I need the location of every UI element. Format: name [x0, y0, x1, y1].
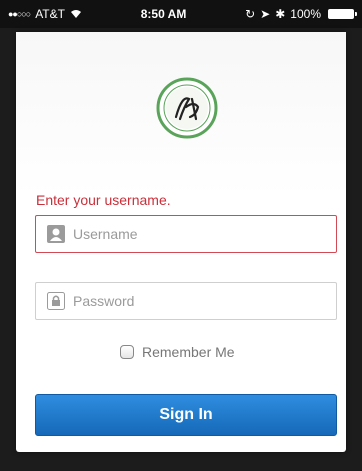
- battery-percent: 100%: [290, 7, 321, 21]
- bluetooth-icon: ✱: [275, 7, 286, 21]
- password-field[interactable]: [35, 282, 337, 320]
- username-field[interactable]: [35, 215, 337, 253]
- remember-me[interactable]: Remember Me: [120, 344, 235, 360]
- status-right: ↻ ➤ ✱ 100%: [245, 7, 357, 21]
- remember-me-checkbox[interactable]: [120, 345, 134, 359]
- battery-icon: [328, 9, 357, 19]
- login-card: Enter your username. Remember Me Sign In: [16, 32, 346, 452]
- signal-strength-icon: ●●○○○: [8, 9, 31, 19]
- sign-in-button[interactable]: Sign In: [35, 394, 337, 436]
- username-error-message: Enter your username.: [36, 192, 171, 208]
- logo-area: [16, 32, 346, 197]
- carrier-name: AT&T: [35, 7, 65, 21]
- remember-me-label: Remember Me: [142, 344, 235, 360]
- status-left: ●●○○○ AT&T: [8, 7, 82, 21]
- brand-logo: [156, 77, 218, 139]
- user-icon: [47, 225, 65, 243]
- lock-icon: [47, 292, 65, 310]
- password-input[interactable]: [73, 293, 323, 309]
- status-bar: ●●○○○ AT&T 8:50 AM ↻ ➤ ✱ 100%: [0, 0, 362, 28]
- username-input[interactable]: [73, 226, 323, 242]
- location-icon: ➤: [260, 7, 271, 21]
- alarm-icon: ↻: [245, 7, 256, 21]
- status-time: 8:50 AM: [140, 7, 187, 21]
- wifi-icon: [70, 10, 81, 18]
